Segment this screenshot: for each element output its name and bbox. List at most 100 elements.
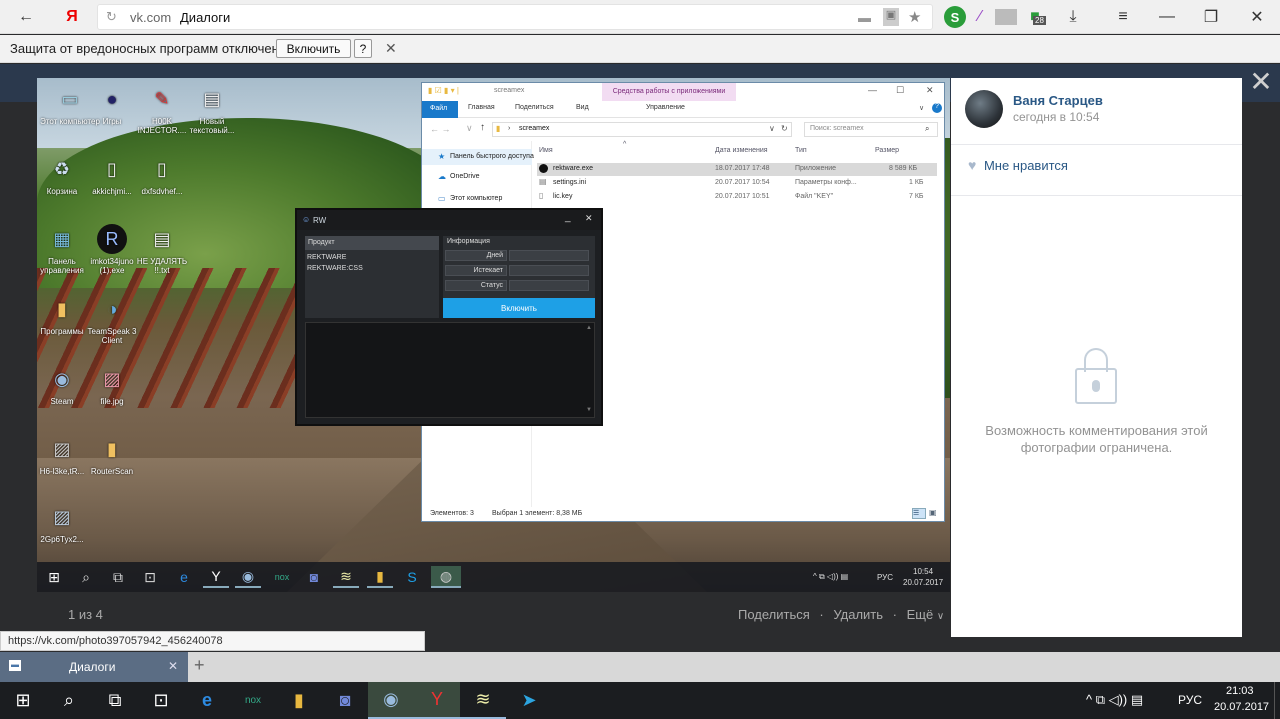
enable-protection-button[interactable]: Включить [276, 39, 351, 58]
minimize-icon[interactable]: — [868, 85, 877, 95]
tray-icons[interactable]: ^ ⧉ ◁)) ▤ [1086, 692, 1143, 708]
scroll-up-icon[interactable]: ▲ [586, 325, 592, 331]
product-item[interactable]: REKTWARE [307, 254, 346, 261]
nox-icon[interactable]: nox [230, 682, 276, 719]
download-icon[interactable]: ⤓ [1062, 6, 1084, 28]
tab-home[interactable]: Главная [468, 104, 495, 111]
nav-item-this-pc[interactable]: ▭ Этот компьютер [422, 191, 532, 207]
edge-icon[interactable]: e [171, 566, 197, 588]
tray-lang[interactable]: РУС [1178, 693, 1202, 707]
tab-manage[interactable]: Управление [646, 104, 685, 111]
share-link[interactable]: Поделиться [738, 607, 810, 622]
close-window-icon[interactable]: ✕ [1246, 6, 1268, 28]
delete-link[interactable]: Удалить [833, 607, 883, 622]
tab-file[interactable]: Файл [422, 101, 458, 118]
sberbank-icon[interactable]: S [944, 6, 966, 28]
pen-icon[interactable]: ∕ [969, 6, 991, 28]
help-icon[interactable]: ? [932, 103, 942, 113]
rw-window[interactable]: ☺ RW _ ✕ Продукт REKTWARE REKTWARE:CSS И… [295, 208, 603, 426]
edge-icon[interactable]: e [184, 682, 230, 719]
up-arrow-icon[interactable]: ↑ [480, 122, 485, 133]
product-item[interactable]: REKTWARE:CSS [307, 265, 363, 272]
back-arrow-icon[interactable]: ← → [430, 124, 451, 134]
path-dropdown-icon[interactable]: ∨ [769, 124, 775, 133]
desktop-icon[interactable]: ▨ file.jpg [79, 364, 145, 407]
explorer-search-field[interactable]: Поиск: screamex ⌕ [804, 122, 938, 137]
search-icon[interactable]: ⌕ [73, 566, 99, 588]
yandex-browser-icon[interactable]: Y [414, 682, 460, 719]
infobar-help-button[interactable]: ? [354, 39, 372, 58]
column-header-name[interactable]: Имя [539, 147, 553, 154]
search-icon[interactable]: ⌕ [46, 682, 92, 719]
close-viewer-icon[interactable]: ✕ [1246, 66, 1276, 97]
rw-enable-button[interactable]: Включить [443, 298, 595, 318]
screenshot-icon[interactable] [995, 9, 1017, 25]
photo-screenshot[interactable]: ▭ Этот компьютер ● Игры ✎ H00K INJECTOR....… [37, 78, 950, 592]
file-row[interactable]: ▯ lic.key 20.07.2017 10:51 Файл "KEY" 7 … [537, 191, 937, 204]
lock-icon[interactable]: ▣ [883, 8, 899, 26]
discord-icon[interactable]: ◙ [322, 682, 368, 719]
browser-tab[interactable]: ▬ Диалоги ✕ [0, 652, 188, 682]
chat-icon[interactable]: ▬ [858, 10, 871, 25]
column-header-date[interactable]: Дата изменения [715, 147, 768, 154]
reload-icon[interactable]: ↻ [106, 9, 117, 25]
task-view-icon[interactable]: ⧉ [92, 682, 138, 719]
desktop-icon[interactable]: ▤ НЕ УДАЛЯТЬ !!.txt [129, 224, 195, 276]
column-header-size[interactable]: Размер [875, 147, 899, 154]
bookmark-star-icon[interactable]: ★ [908, 8, 921, 26]
tab-share[interactable]: Поделиться [515, 104, 554, 111]
desktop-icon[interactable]: ▮ RouterScan [79, 434, 145, 477]
menu-icon[interactable]: ≡ [1112, 6, 1134, 28]
rte-icon[interactable]: ≋ [460, 682, 506, 719]
restore-icon[interactable]: ❐ [1200, 6, 1222, 28]
yandex-logo-icon[interactable]: Я [60, 6, 84, 28]
refresh-icon[interactable]: ↻ [781, 124, 788, 133]
nox-icon[interactable]: nox [269, 566, 295, 588]
file-row[interactable]: ▤ settings.ini 20.07.2017 10:54 Параметр… [537, 177, 937, 190]
store-icon[interactable]: ⊡ [138, 682, 184, 719]
explorer-icon[interactable]: ▮ [276, 682, 322, 719]
nav-item-quick-access[interactable]: ★ Панель быстрого доступа [422, 149, 534, 165]
tiles-view-icon[interactable]: ▣ [929, 508, 937, 517]
new-tab-icon[interactable]: + [194, 655, 205, 676]
address-bar[interactable]: ↻ vk.com Диалоги ▬ ▣ ★ [97, 4, 933, 30]
store-icon[interactable]: ⊡ [137, 566, 163, 588]
steam-icon[interactable]: ◉ [368, 682, 414, 719]
recent-dropdown-icon[interactable]: ∨ [466, 123, 473, 134]
explorer-path-field[interactable]: ▮ › screamex ∨ ↻ [492, 122, 792, 137]
desktop-icon[interactable]: ◑ TeamSpeak 3 Client [79, 294, 145, 346]
rte-icon[interactable]: ≋ [333, 566, 359, 588]
tray-time[interactable]: 21:03 [1226, 685, 1254, 697]
windows-start-icon[interactable]: ⊞ [0, 682, 46, 719]
telegram-icon[interactable]: ➤ [506, 682, 552, 719]
task-view-icon[interactable]: ⧉ [105, 566, 131, 588]
minimize-icon[interactable]: _ [565, 212, 571, 223]
desktop-icon[interactable]: ▯ dxfsdvhef... [129, 154, 195, 197]
minimize-icon[interactable]: — [1156, 6, 1178, 28]
extension-icon[interactable]: ■28 [1023, 6, 1047, 28]
ribbon-expand-icon[interactable]: ∨ [919, 104, 924, 112]
discord-icon[interactable]: ◙ [301, 566, 327, 588]
column-header-type[interactable]: Тип [795, 147, 807, 154]
rw-taskbar-icon[interactable]: ◍ [431, 566, 461, 588]
like-button[interactable]: ♥ Мне нравится [968, 157, 1068, 173]
author-name[interactable]: Ваня Старцев [1013, 93, 1103, 108]
tab-view[interactable]: Вид [576, 104, 589, 111]
post-time[interactable]: сегодня в 10:54 [1013, 110, 1099, 124]
close-icon[interactable]: ✕ [585, 213, 593, 224]
file-row[interactable]: rektware.exe 18.07.2017 17:48 Приложение… [537, 163, 937, 176]
nav-item-onedrive[interactable]: ☁ OneDrive [422, 169, 532, 185]
tab-close-icon[interactable]: ✕ [168, 659, 178, 673]
windows-start-icon[interactable]: ⊞ [41, 566, 67, 588]
steam-icon[interactable]: ◉ [235, 566, 261, 588]
explorer-icon[interactable]: ▮ [367, 566, 393, 588]
tray-date[interactable]: 20.07.2017 [1214, 701, 1269, 713]
desktop-icon[interactable]: ▨ 2Gp6Tyx2... [37, 502, 95, 545]
show-desktop-button[interactable] [1274, 682, 1280, 719]
back-arrow-icon[interactable]: ← [14, 6, 38, 28]
infobar-close-icon[interactable]: ✕ [385, 40, 397, 57]
maximize-icon[interactable]: ☐ [896, 85, 904, 96]
scroll-down-icon[interactable]: ▼ [586, 407, 592, 413]
details-view-icon[interactable]: ☰ [912, 508, 926, 519]
yandex-browser-icon[interactable]: Y [203, 566, 229, 588]
